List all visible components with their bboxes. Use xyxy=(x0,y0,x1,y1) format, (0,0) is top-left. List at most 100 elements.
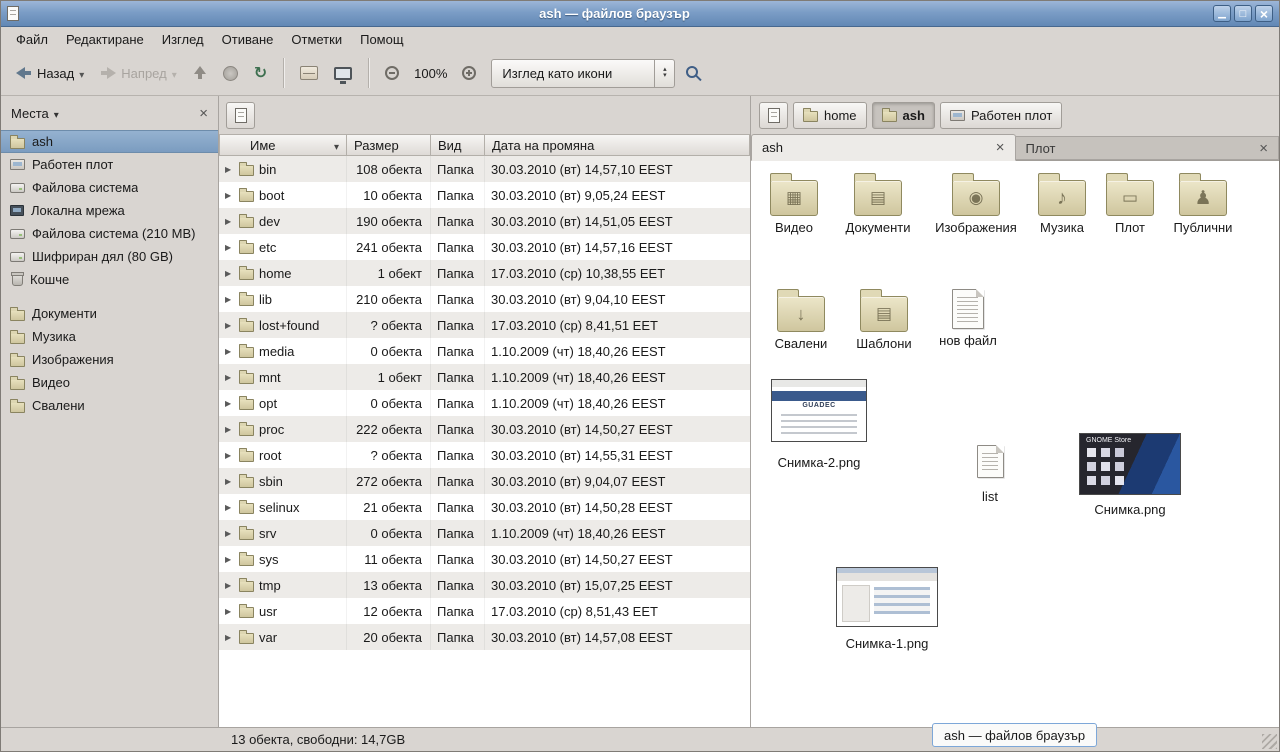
table-row[interactable]: tmp 13 обекта Папка 30.03.2010 (вт) 15,0… xyxy=(219,572,750,598)
sidebar-item[interactable]: Видео xyxy=(1,371,218,394)
sidebar-item[interactable]: Изображения xyxy=(1,348,218,371)
expander-icon[interactable] xyxy=(225,269,234,278)
left-pane-location-button[interactable] xyxy=(226,102,255,129)
expander-icon[interactable] xyxy=(225,529,234,538)
sidebar-item[interactable]: Документи xyxy=(1,302,218,325)
back-history-caret-icon[interactable] xyxy=(79,66,84,81)
expander-icon[interactable] xyxy=(225,295,234,304)
table-row[interactable]: bin 108 обекта Папка 30.03.2010 (вт) 14,… xyxy=(219,156,750,182)
expander-icon[interactable] xyxy=(225,191,234,200)
pathbar-button-desktop[interactable]: Работен плот xyxy=(940,102,1062,129)
menu-item[interactable]: Редактиране xyxy=(57,29,153,50)
table-row[interactable]: srv 0 обекта Папка 1.10.2009 (чт) 18,40,… xyxy=(219,520,750,546)
table-row[interactable]: lost+found ? обекта Папка 17.03.2010 (ср… xyxy=(219,312,750,338)
icon-item-downloads[interactable]: Свалени xyxy=(759,287,843,352)
sidebar-item[interactable]: Файлова система xyxy=(1,176,218,199)
icon-item-snimka[interactable]: GNOME Store Снимка.png xyxy=(1077,433,1183,518)
combo-spinner-icon[interactable] xyxy=(654,60,674,87)
expander-icon[interactable] xyxy=(225,581,234,590)
icon-item-documents[interactable]: Документи xyxy=(836,171,920,236)
table-row[interactable]: dev 190 обекта Папка 30.03.2010 (вт) 14,… xyxy=(219,208,750,234)
zoom-in-button[interactable] xyxy=(455,60,483,86)
sidebar-item[interactable]: Кошче xyxy=(1,268,218,291)
icon-item-snimka-2[interactable]: GUADEC Снимка-2.png xyxy=(769,379,869,471)
expander-icon[interactable] xyxy=(225,633,234,642)
tab-plot[interactable]: Плот xyxy=(1016,136,1280,160)
icon-item-desktop[interactable]: Плот xyxy=(1088,171,1172,236)
view-mode-combobox[interactable]: Изглед като икони xyxy=(491,59,675,88)
expander-icon[interactable] xyxy=(225,425,234,434)
table-row[interactable]: usr 12 обекта Папка 17.03.2010 (ср) 8,51… xyxy=(219,598,750,624)
expander-icon[interactable] xyxy=(225,243,234,252)
minimize-button[interactable] xyxy=(1213,5,1231,22)
expander-icon[interactable] xyxy=(225,555,234,564)
column-header-type[interactable]: Вид xyxy=(431,134,485,156)
tab-close-icon[interactable] xyxy=(1259,140,1268,157)
sidebar-item[interactable]: Файлова система (210 MB) xyxy=(1,222,218,245)
expander-icon[interactable] xyxy=(225,373,234,382)
expander-icon[interactable] xyxy=(225,477,234,486)
menu-item[interactable]: Отиване xyxy=(213,29,283,50)
computer-button[interactable] xyxy=(327,61,359,86)
expander-icon[interactable] xyxy=(225,217,234,226)
sidebar-item[interactable]: Шифриран дял (80 GB) xyxy=(1,245,218,268)
sidebar-item[interactable]: ash xyxy=(1,130,218,153)
table-row[interactable]: sbin 272 обекта Папка 30.03.2010 (вт) 9,… xyxy=(219,468,750,494)
icon-item-pictures[interactable]: Изображения xyxy=(934,171,1018,236)
icon-item-templates[interactable]: Шаблони xyxy=(842,287,926,352)
expander-icon[interactable] xyxy=(225,347,234,356)
table-row[interactable]: root ? обекта Папка 30.03.2010 (вт) 14,5… xyxy=(219,442,750,468)
icon-view[interactable]: Видео Документи Изображения Музика Плот xyxy=(751,161,1279,727)
home-button[interactable] xyxy=(293,60,325,86)
search-button[interactable] xyxy=(677,58,709,88)
expander-icon[interactable] xyxy=(225,165,234,174)
reload-button[interactable] xyxy=(247,57,274,89)
sidebar-close-icon[interactable] xyxy=(199,105,208,122)
menu-item[interactable]: Отметки xyxy=(282,29,351,50)
table-row[interactable]: sys 11 обекта Папка 30.03.2010 (вт) 14,5… xyxy=(219,546,750,572)
icon-item-snimka-1[interactable]: Снимка-1.png xyxy=(833,567,941,652)
icon-item-new-file[interactable]: нов файл xyxy=(926,289,1010,349)
icon-item-video[interactable]: Видео xyxy=(752,171,836,236)
expander-icon[interactable] xyxy=(225,399,234,408)
table-row[interactable]: boot 10 обекта Папка 30.03.2010 (вт) 9,0… xyxy=(219,182,750,208)
pathbar-button-ash[interactable]: ash xyxy=(872,102,935,129)
icon-item-list[interactable]: list xyxy=(960,445,1020,505)
sidebar-item[interactable]: Музика xyxy=(1,325,218,348)
expander-icon[interactable] xyxy=(225,451,234,460)
table-row[interactable]: proc 222 обекта Папка 30.03.2010 (вт) 14… xyxy=(219,416,750,442)
icon-item-public[interactable]: Публични xyxy=(1161,171,1245,236)
expander-icon[interactable] xyxy=(225,321,234,330)
stop-button[interactable] xyxy=(216,60,245,87)
zoom-out-button[interactable] xyxy=(378,60,406,86)
close-button[interactable] xyxy=(1255,5,1273,22)
pathbar-button-home[interactable]: home xyxy=(793,102,867,129)
expander-icon[interactable] xyxy=(225,503,234,512)
menu-item[interactable]: Изглед xyxy=(153,29,213,50)
sidebar-item[interactable]: Свалени xyxy=(1,394,218,417)
menu-item[interactable]: Помощ xyxy=(351,29,412,50)
menu-item[interactable]: Файл xyxy=(7,29,57,50)
column-header-name[interactable]: Име xyxy=(219,134,347,156)
sidebar-item[interactable]: Локална мрежа xyxy=(1,199,218,222)
forward-button[interactable]: Напред xyxy=(93,60,183,87)
back-button[interactable]: Назад xyxy=(9,60,91,87)
resize-grip[interactable] xyxy=(1262,734,1277,749)
column-header-date[interactable]: Дата на промяна xyxy=(485,134,750,156)
maximize-button[interactable] xyxy=(1234,5,1252,22)
sidebar-item[interactable]: Работен плот xyxy=(1,153,218,176)
table-row[interactable]: media 0 обекта Папка 1.10.2009 (чт) 18,4… xyxy=(219,338,750,364)
table-row[interactable]: var 20 обекта Папка 30.03.2010 (вт) 14,5… xyxy=(219,624,750,650)
table-row[interactable]: home 1 обект Папка 17.03.2010 (ср) 10,38… xyxy=(219,260,750,286)
pathbar-root-button[interactable] xyxy=(759,102,788,129)
table-row[interactable]: etc 241 обекта Папка 30.03.2010 (вт) 14,… xyxy=(219,234,750,260)
table-row[interactable]: selinux 21 обекта Папка 30.03.2010 (вт) … xyxy=(219,494,750,520)
table-row[interactable]: mnt 1 обект Папка 1.10.2009 (чт) 18,40,2… xyxy=(219,364,750,390)
sidebar-mode-caret-icon[interactable] xyxy=(49,106,59,121)
tab-ash[interactable]: ash xyxy=(751,134,1016,161)
titlebar[interactable]: ash — файлов браузър xyxy=(1,1,1279,27)
expander-icon[interactable] xyxy=(225,607,234,616)
up-button[interactable] xyxy=(186,60,214,86)
tab-close-icon[interactable] xyxy=(996,139,1005,156)
table-row[interactable]: lib 210 обекта Папка 30.03.2010 (вт) 9,0… xyxy=(219,286,750,312)
